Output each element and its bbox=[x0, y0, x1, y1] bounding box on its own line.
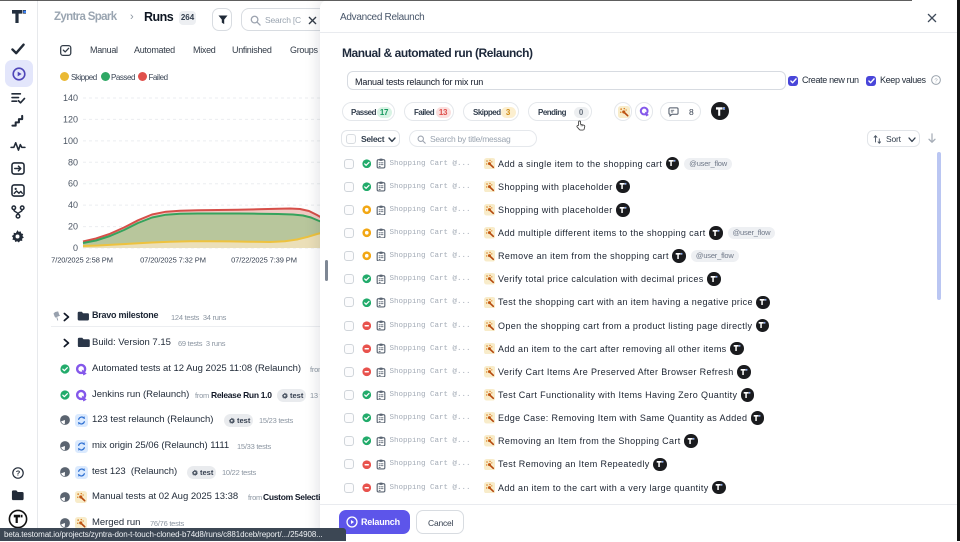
svg-text:120: 120 bbox=[63, 114, 78, 124]
svg-text:60: 60 bbox=[68, 179, 78, 189]
svg-text:07/20/2025 7:32 PM: 07/20/2025 7:32 PM bbox=[140, 256, 206, 265]
svg-text:80: 80 bbox=[68, 157, 78, 167]
svg-text:7/20/2025 2:58 PM: 7/20/2025 2:58 PM bbox=[51, 256, 113, 265]
svg-text:100: 100 bbox=[63, 136, 78, 146]
svg-text:07/22/2025 7:39 PM: 07/22/2025 7:39 PM bbox=[231, 256, 297, 265]
svg-text:140: 140 bbox=[63, 93, 78, 103]
svg-text:20: 20 bbox=[68, 222, 78, 232]
svg-text:?: ? bbox=[16, 469, 21, 478]
svg-text:40: 40 bbox=[68, 200, 78, 210]
svg-text:?: ? bbox=[934, 78, 938, 84]
svg-text:0: 0 bbox=[73, 243, 78, 253]
